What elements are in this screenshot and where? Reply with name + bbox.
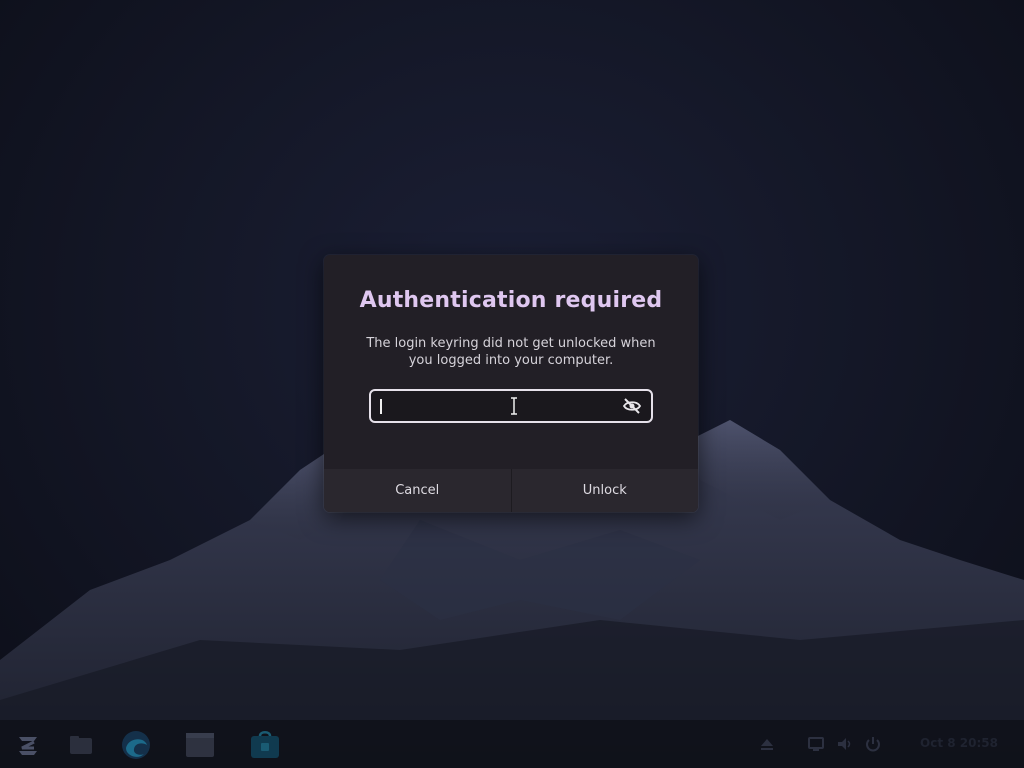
password-input[interactable] xyxy=(369,389,653,423)
software-store-icon[interactable] xyxy=(250,731,280,759)
display-icon[interactable] xyxy=(808,736,824,752)
cancel-button[interactable]: Cancel xyxy=(324,469,512,512)
authentication-dialog: Authentication required The login keyrin… xyxy=(324,255,698,512)
dialog-button-bar: Cancel Unlock xyxy=(324,469,698,512)
text-caret xyxy=(380,399,382,414)
eject-icon[interactable] xyxy=(760,737,774,751)
dialog-title: Authentication required xyxy=(359,288,663,313)
volume-icon[interactable] xyxy=(837,736,853,752)
eye-slash-icon[interactable] xyxy=(622,397,642,415)
clock[interactable]: Oct 8 20:58 xyxy=(920,736,998,750)
dialog-message: The login keyring did not get unlocked w… xyxy=(366,336,656,368)
zorin-logo-icon[interactable] xyxy=(16,733,40,755)
edge-browser-icon[interactable] xyxy=(120,730,152,760)
power-icon[interactable] xyxy=(865,736,881,752)
taskbar: Oct 8 20:58 xyxy=(0,720,1024,768)
file-manager-icon[interactable] xyxy=(185,731,215,759)
folder-icon[interactable] xyxy=(69,735,93,755)
ibeam-cursor-icon xyxy=(511,397,517,415)
desktop: Authentication required The login keyrin… xyxy=(0,0,1024,768)
unlock-button[interactable]: Unlock xyxy=(512,469,699,512)
